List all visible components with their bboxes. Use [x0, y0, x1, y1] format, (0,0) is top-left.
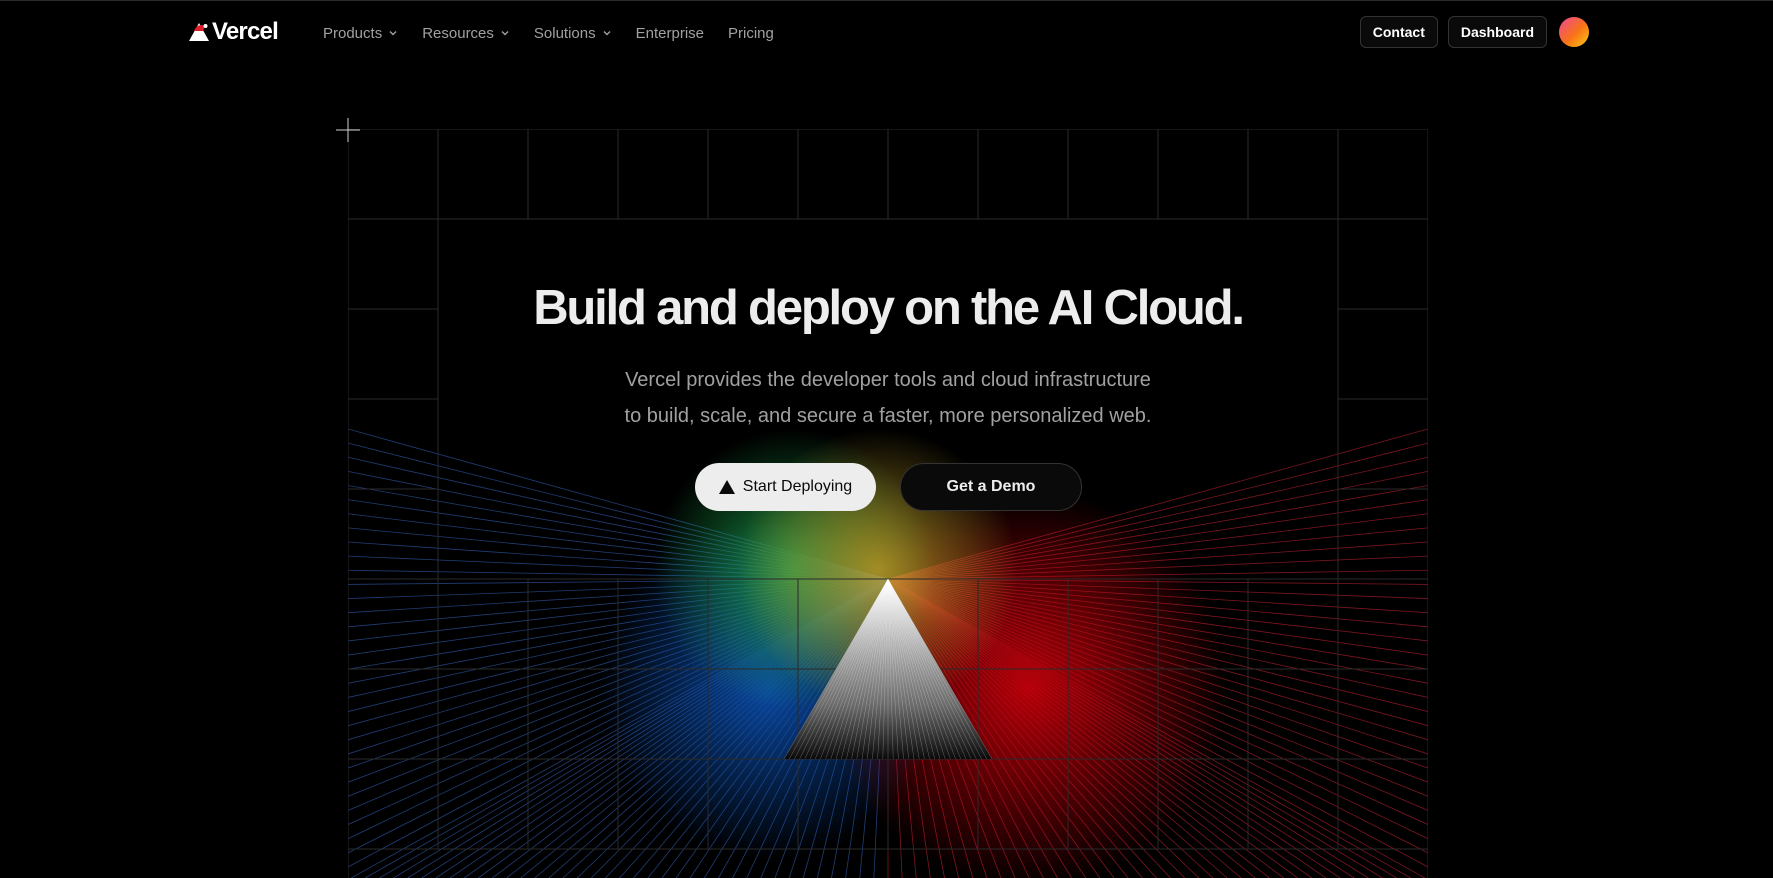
vercel-triangle-icon — [718, 480, 735, 494]
nav-pricing[interactable]: Pricing — [728, 22, 774, 44]
hero-subheadline-line-2: to build, scale, and secure a faster, mo… — [624, 405, 1152, 427]
vercel-triangle-santa-icon — [189, 23, 209, 41]
start-deploying-button[interactable]: Start Deploying — [695, 463, 876, 511]
hero-subheadline: Vercel provides the developer tools and … — [348, 362, 1428, 434]
dashboard-button[interactable]: Dashboard — [1447, 16, 1547, 48]
nav-enterprise[interactable]: Enterprise — [636, 22, 704, 44]
nav-solutions[interactable]: Solutions — [534, 22, 612, 44]
nav-actions: Contact Dashboard — [1359, 16, 1589, 48]
hero-subheadline-line-1: Vercel provides the developer tools and … — [625, 369, 1151, 391]
nav-products[interactable]: Products — [323, 22, 398, 44]
nav-resources-label: Resources — [422, 24, 494, 42]
chevron-down-icon — [389, 31, 397, 36]
chevron-down-icon — [501, 31, 509, 36]
get-demo-button[interactable]: Get a Demo — [900, 463, 1082, 511]
nav-products-label: Products — [323, 24, 383, 42]
contact-button[interactable]: Contact — [1359, 16, 1438, 48]
chevron-down-icon — [603, 31, 611, 36]
logo-wordmark: Vercel — [212, 18, 279, 45]
vercel-logo[interactable]: Vercel — [188, 18, 279, 45]
start-deploying-label: Start Deploying — [742, 478, 853, 495]
hero-cta-row: Start Deploying Get a Demo — [695, 463, 1082, 511]
nav-links: Products Resources Solutions Enterprise … — [323, 22, 798, 44]
nav-solutions-label: Solutions — [533, 24, 596, 42]
top-navbar: Vercel Products Resources Solutions Ente… — [0, 0, 1773, 66]
user-avatar[interactable] — [1559, 17, 1589, 47]
crosshair-icon — [336, 118, 360, 142]
hero-headline: Build and deploy on the AI Cloud. — [533, 281, 1245, 335]
nav-resources[interactable]: Resources — [422, 22, 510, 44]
